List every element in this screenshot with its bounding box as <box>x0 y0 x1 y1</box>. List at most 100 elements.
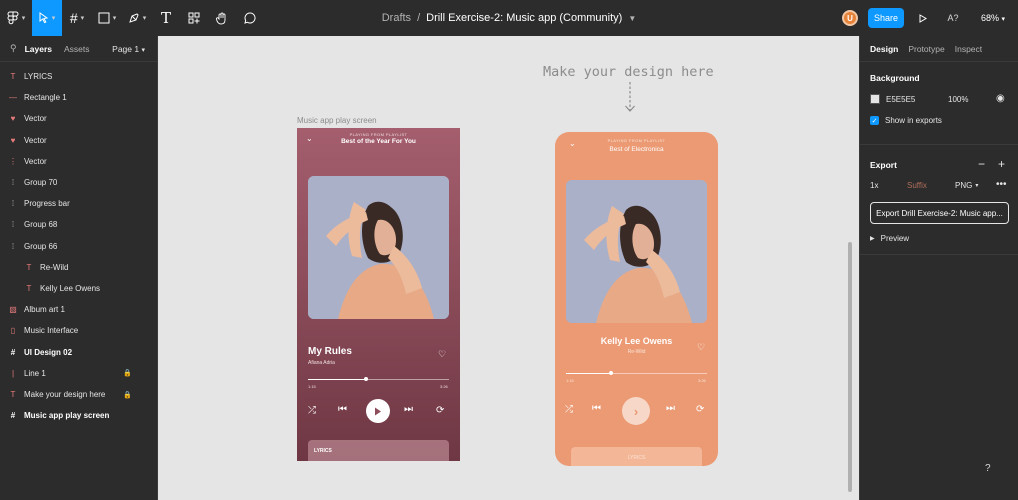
layer-item[interactable]: T Kelly Lee Owens <box>0 278 157 299</box>
layers-search-icon[interactable]: ⚲ <box>10 43 17 54</box>
layer-item[interactable]: T Make your design here 🔒 <box>0 384 157 405</box>
layer-item[interactable]: | Line 1 🔒 <box>0 363 157 384</box>
export-settings-row: 1x Suffix PNG ▾ <box>870 181 978 190</box>
next-icon[interactable]: ⏭ <box>404 404 413 415</box>
export-suffix[interactable]: Suffix <box>907 181 955 190</box>
repeat-icon[interactable]: ⟳ <box>436 405 444 416</box>
layer-item[interactable]: T Re-Wild <box>0 257 157 278</box>
avatar[interactable]: U <box>842 10 858 26</box>
checkbox[interactable]: ✓ <box>870 116 879 125</box>
layer-item[interactable]: ⁞ Group 68 <box>0 214 157 235</box>
background-hex[interactable]: E5E5E5 <box>886 95 948 104</box>
background-fill-row: E5E5E5 100% <box>870 94 968 104</box>
play-pause-button[interactable] <box>366 399 390 423</box>
frame-label[interactable]: Music app play screen <box>297 116 377 125</box>
layer-item[interactable]: ♥ Vector <box>0 130 157 151</box>
resources-button[interactable] <box>180 0 208 36</box>
play-pause-button[interactable]: › <box>622 397 650 425</box>
chevron-down-icon: ▾ <box>80 15 85 22</box>
layer-item[interactable]: ⁞ Group 66 <box>0 236 157 257</box>
rect-icon: ▯ <box>10 326 16 336</box>
text-icon: T <box>10 390 16 399</box>
help-button[interactable]: ? <box>985 463 991 474</box>
layer-item[interactable]: ▧ Album art 1 <box>0 299 157 320</box>
lock-icon[interactable]: 🔒 <box>123 391 132 399</box>
layer-item[interactable]: ⁞ Progress bar <box>0 193 157 214</box>
main-menu-button[interactable]: ▾ <box>0 0 32 36</box>
progress-fill <box>308 379 366 380</box>
present-button[interactable] <box>908 13 938 23</box>
repeat-icon[interactable]: ⟳ <box>696 404 704 415</box>
move-tool-button[interactable]: ▾ <box>32 0 62 36</box>
heart-icon[interactable]: ♡ <box>697 342 705 353</box>
make-your-design-text[interactable]: Make your design here <box>543 64 714 80</box>
preview-row[interactable]: ▶ Preview <box>870 234 909 243</box>
text-icon: T <box>26 284 32 293</box>
export-format[interactable]: PNG <box>955 181 972 190</box>
layer-label: UI Design 02 <box>24 347 73 357</box>
text-tool-button[interactable]: T <box>152 0 180 36</box>
artist-name: Afiana Adria <box>308 360 335 366</box>
layer-item[interactable]: # UI Design 02 <box>0 342 157 363</box>
layer-item[interactable]: ⁞ Group 70 <box>0 172 157 193</box>
shuffle-icon[interactable]: ⤮ <box>565 404 573 415</box>
zoom-dropdown[interactable]: 68% ▾ <box>968 13 1018 23</box>
file-name[interactable]: Drill Exercise-2: Music app (Community) <box>426 12 622 24</box>
page-selector[interactable]: Page 1 ▾ <box>112 44 145 54</box>
text-icon: T <box>160 9 171 27</box>
line-icon: | <box>11 368 15 378</box>
layer-item[interactable]: # Music app play screen <box>0 405 157 426</box>
more-options-icon[interactable]: ••• <box>996 179 1007 190</box>
export-button[interactable]: Export Drill Exercise-2: Music app... <box>870 202 1009 224</box>
tab-inspect[interactable]: Inspect <box>955 44 982 54</box>
image-icon: ▧ <box>9 305 17 315</box>
tab-assets[interactable]: Assets <box>64 44 90 54</box>
canvas-scrollbar[interactable] <box>848 242 852 492</box>
breadcrumb-drafts-link[interactable]: Drafts <box>382 12 411 24</box>
layer-label: Group 70 <box>24 178 58 187</box>
layers-panel: ⚲ Layers Assets Page 1 ▾ T LYRICS — Rectang… <box>0 36 158 500</box>
rectangle-icon <box>98 12 110 24</box>
shape-tool-button[interactable]: ▾ <box>92 0 122 36</box>
heart-icon[interactable]: ♡ <box>438 349 446 360</box>
layer-item[interactable]: — Rectangle 1 <box>0 87 157 108</box>
playing-from-label: PLAYING FROM PLAYLIST <box>607 138 666 143</box>
layer-label: Music app play screen <box>24 411 110 421</box>
previous-icon[interactable]: ⏮ <box>592 403 601 414</box>
tab-design[interactable]: Design <box>870 44 898 54</box>
eye-icon[interactable]: ◉ <box>996 93 1005 104</box>
shuffle-icon[interactable]: ⤮ <box>308 405 316 416</box>
previous-icon[interactable]: ⏮ <box>338 404 347 415</box>
share-button[interactable]: Share <box>868 8 904 28</box>
chevron-down-icon[interactable]: ▼ <box>628 14 636 23</box>
minus-icon[interactable]: − <box>978 157 985 171</box>
tab-prototype[interactable]: Prototype <box>908 44 944 54</box>
layer-item[interactable]: ♥ Vector <box>0 108 157 129</box>
lock-icon[interactable]: 🔒 <box>123 369 132 377</box>
chevron-down-icon: ▾ <box>112 15 117 22</box>
background-opacity[interactable]: 100% <box>948 95 968 104</box>
pen-tool-button[interactable]: ▾ <box>122 0 152 36</box>
font-check-button[interactable]: A? <box>938 13 968 23</box>
hand-tool-button[interactable] <box>208 0 236 36</box>
progress-knob[interactable] <box>363 377 368 381</box>
export-scale[interactable]: 1x <box>870 181 907 190</box>
next-icon[interactable]: ⏭ <box>666 403 675 414</box>
lyrics-card[interactable]: LYRICS <box>571 447 702 466</box>
canvas[interactable] <box>158 36 859 500</box>
ui-design-02[interactable]: ⌄ PLAYING FROM PLAYLIST Best of Electron… <box>555 132 718 466</box>
lyrics-card[interactable]: LYRICS <box>308 440 449 461</box>
layer-item[interactable]: ⋮ Vector <box>0 151 157 172</box>
layer-item[interactable]: T LYRICS <box>0 66 157 87</box>
play-icon <box>919 13 927 23</box>
frame-tool-button[interactable]: # ▾ <box>62 0 92 36</box>
layer-item[interactable]: ▯ Music Interface <box>0 320 157 341</box>
tab-layers[interactable]: Layers <box>25 44 52 54</box>
song-title: My Rules <box>308 346 352 357</box>
plus-icon[interactable]: + <box>998 157 1005 171</box>
layer-label: Re-Wild <box>40 262 69 272</box>
comment-tool-button[interactable] <box>236 0 264 36</box>
progress-knob[interactable] <box>609 371 614 375</box>
music-app-play-screen[interactable]: ⌄ PLAYING FROM PLAYLIST Best of the Year… <box>297 128 460 461</box>
color-swatch[interactable] <box>870 94 880 104</box>
